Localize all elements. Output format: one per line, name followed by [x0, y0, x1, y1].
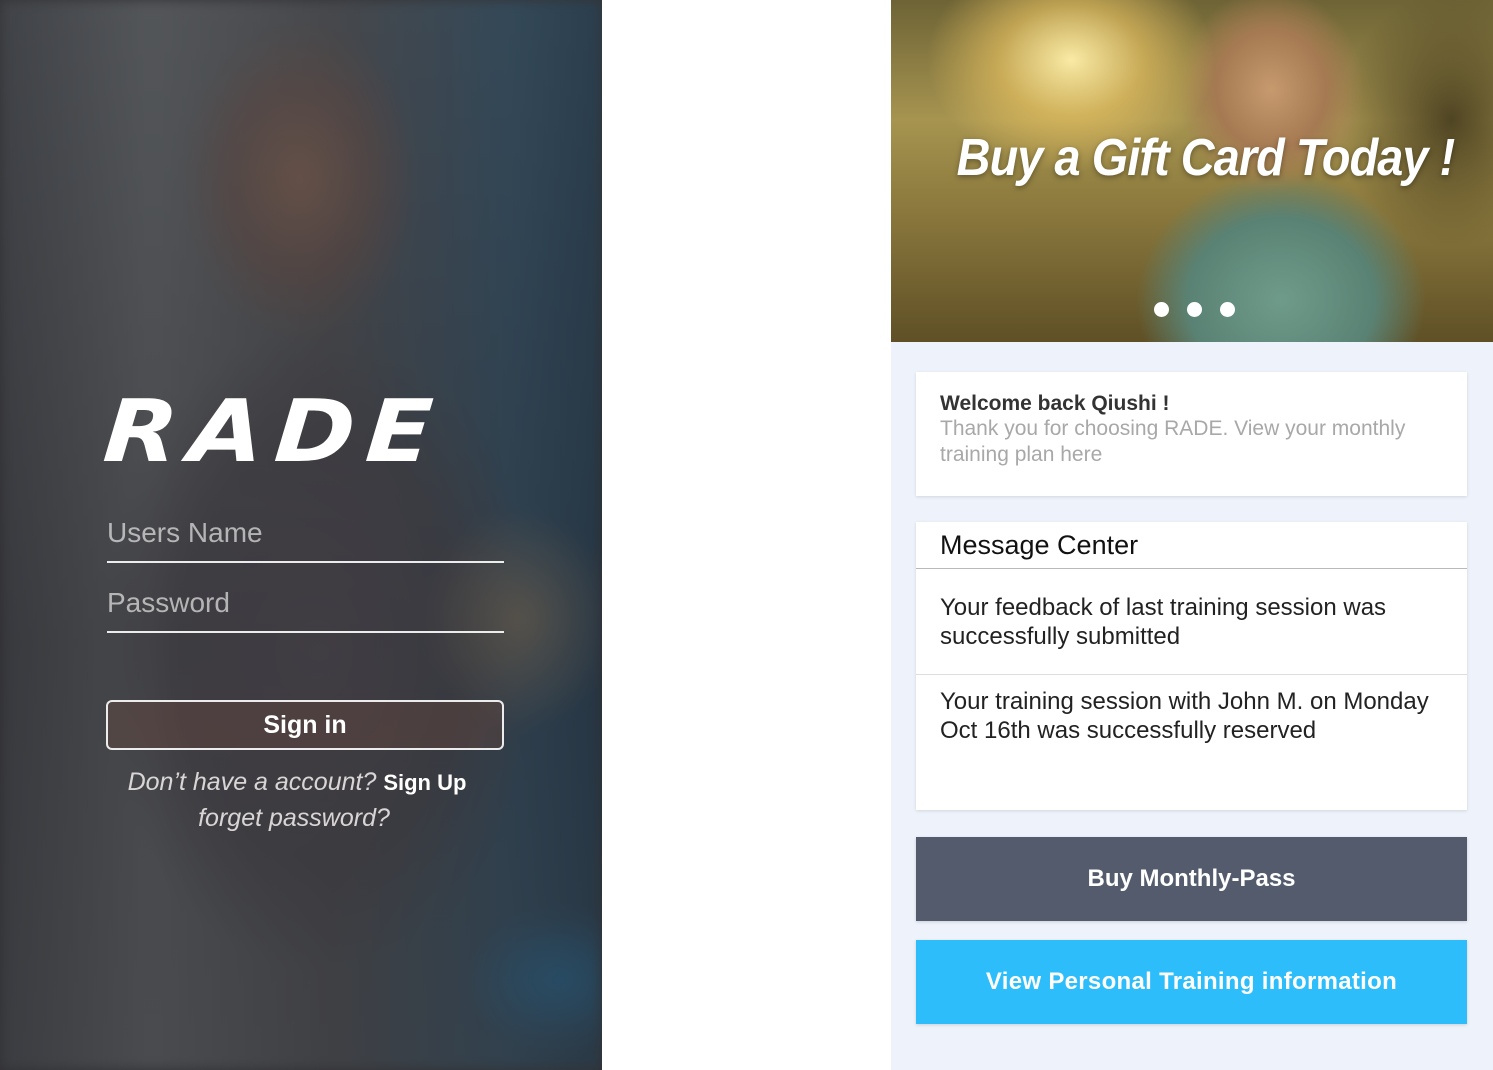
view-personal-training-button[interactable]: View Personal Training information: [916, 940, 1467, 1024]
banner-title: Buy a Gift Card Today !: [956, 129, 1456, 187]
password-field[interactable]: [107, 583, 504, 633]
message-center-title: Message Center: [916, 522, 1467, 569]
carousel-dot[interactable]: [1220, 302, 1235, 317]
forget-password-link[interactable]: forget password?: [0, 800, 588, 836]
signup-prompt: Don’t have a account? Sign Up: [0, 764, 602, 801]
message-item[interactable]: Your feedback of last training session w…: [916, 569, 1467, 675]
sign-up-link[interactable]: Sign Up: [383, 770, 466, 795]
welcome-card[interactable]: Welcome back Qiushi ! Thank you for choo…: [916, 372, 1467, 496]
welcome-body: Thank you for choosing RADE. View your m…: [940, 417, 1406, 466]
carousel-indicators: [1154, 302, 1235, 317]
message-center: Message Center Your feedback of last tra…: [916, 522, 1467, 810]
login-form: RADE Sign in Don’t have a account? Sign …: [0, 0, 602, 1070]
no-account-text: Don’t have a account?: [127, 768, 377, 796]
carousel-dot[interactable]: [1154, 302, 1169, 317]
login-screen: RADE Sign in Don’t have a account? Sign …: [0, 0, 602, 1070]
sign-in-button[interactable]: Sign in: [106, 700, 504, 750]
welcome-title: Welcome back Qiushi !: [940, 392, 1170, 415]
brand-logo: RADE: [100, 382, 448, 482]
dashboard-screen: Buy a Gift Card Today ! Welcome back Qiu…: [891, 0, 1493, 1070]
username-field[interactable]: [107, 513, 504, 563]
buy-monthly-pass-button[interactable]: Buy Monthly-Pass: [916, 837, 1467, 921]
carousel-dot[interactable]: [1187, 302, 1202, 317]
gift-card-banner[interactable]: Buy a Gift Card Today !: [891, 0, 1493, 342]
message-item[interactable]: Your training session with John M. on Mo…: [916, 675, 1467, 745]
